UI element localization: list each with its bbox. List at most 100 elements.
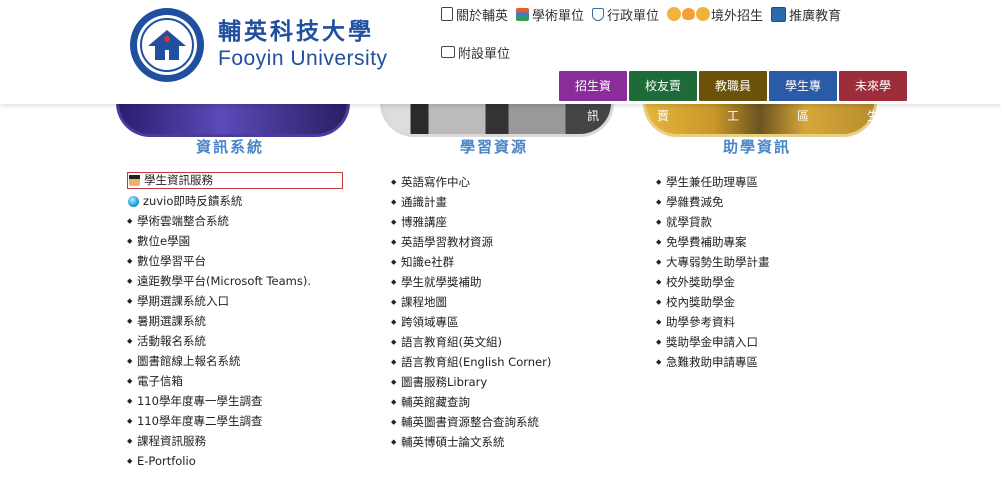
- diamond-bullet-icon: ◆: [127, 237, 133, 245]
- list-item[interactable]: ◆ 學雜費減免: [656, 192, 770, 212]
- diamond-bullet-icon: ◆: [391, 238, 397, 246]
- list-item[interactable]: ◆ 學術雲端整合系統: [127, 211, 343, 231]
- list-item[interactable]: ◆ 學生兼任助理專區: [656, 172, 770, 192]
- face-icon: [696, 7, 711, 21]
- site-header: 輔英科技大學 Fooyin University 關於輔英 學術單位 行政單位 …: [0, 0, 1001, 123]
- list-item[interactable]: ◆ 輔英館藏查詢: [391, 392, 551, 412]
- diamond-bullet-icon: ◆: [391, 358, 397, 366]
- diamond-bullet-icon: ◆: [391, 278, 397, 286]
- list-item[interactable]: ◆ 語言教育組(英文組): [391, 332, 551, 352]
- list-item[interactable]: ◆ 圖書館線上報名系統: [127, 351, 343, 371]
- diamond-bullet-icon: ◆: [391, 398, 397, 406]
- diamond-bullet-icon: ◆: [127, 377, 133, 385]
- staff-button[interactable]: 教職員工: [699, 71, 767, 123]
- list-item[interactable]: ◆ 博雅講座: [391, 212, 551, 232]
- diamond-bullet-icon: ◆: [127, 317, 133, 325]
- list-item[interactable]: ◆ 語言教育組(English Corner): [391, 352, 551, 372]
- diamond-bullet-icon: ◆: [656, 358, 662, 366]
- list-item[interactable]: ◆ 圖書服務Library: [391, 372, 551, 392]
- diamond-bullet-icon: ◆: [127, 217, 133, 225]
- list-item[interactable]: ◆ 跨領域專區: [391, 312, 551, 332]
- diamond-bullet-icon: ◆: [656, 238, 662, 246]
- nav-affiliated-units[interactable]: 附設單位: [441, 43, 510, 62]
- list-item[interactable]: ◆ 課程地圖: [391, 292, 551, 312]
- list-item[interactable]: ◆ 110學年度專二學生調查: [127, 411, 343, 431]
- financial-aid-list: ◆ 學生兼任助理專區 ◆ 學雜費減免 ◆ 就學貸款 ◆ 免學費補助專案 ◆ 大專弱勢生助學…: [656, 172, 770, 372]
- list-item[interactable]: ◆ 英語學習教材資源: [391, 232, 551, 252]
- list-item-zuvio[interactable]: zuvio即時反饋系統: [127, 191, 343, 211]
- list-item[interactable]: ◆ 校外獎助學金: [656, 272, 770, 292]
- student-area-button[interactable]: 學生專區: [769, 71, 837, 123]
- diamond-bullet-icon: ◆: [391, 258, 397, 266]
- logo-english-name: Fooyin University: [218, 47, 388, 70]
- student-icon: [129, 175, 140, 186]
- books-icon: [516, 7, 530, 21]
- admission-info-button[interactable]: 招生資訊: [559, 71, 627, 123]
- list-item[interactable]: ◆ 知識e社群: [391, 252, 551, 272]
- list-item[interactable]: ◆ E-Portfolio: [127, 451, 343, 471]
- future-students-button[interactable]: 未來學生: [839, 71, 907, 123]
- audience-buttons: 招生資訊 校友賣賣 教職員工 學生專區 未來學生: [559, 71, 909, 123]
- list-item[interactable]: ◆ 大專弱勢生助學計畫: [656, 252, 770, 272]
- list-item[interactable]: ◆ 活動報名系統: [127, 331, 343, 351]
- list-item[interactable]: ◆ 數位學習平台: [127, 251, 343, 271]
- diamond-bullet-icon: ◆: [127, 257, 133, 265]
- list-item[interactable]: ◆ 課程資訊服務: [127, 431, 343, 451]
- diamond-bullet-icon: ◆: [656, 218, 662, 226]
- list-item[interactable]: ◆ 就學貸款: [656, 212, 770, 232]
- diamond-bullet-icon: ◆: [656, 298, 662, 306]
- university-logo[interactable]: 輔英科技大學 Fooyin University: [128, 6, 388, 84]
- diamond-bullet-icon: ◆: [656, 178, 662, 186]
- diamond-bullet-icon: ◆: [656, 278, 662, 286]
- list-item[interactable]: ◆ 通識計畫: [391, 192, 551, 212]
- list-item[interactable]: ◆ 學生就學獎補助: [391, 272, 551, 292]
- info-systems-title: 資訊系統: [195, 138, 264, 156]
- nav-admin-units[interactable]: 行政單位: [592, 5, 659, 24]
- list-item[interactable]: ◆ 暑期選課系統: [127, 311, 343, 331]
- diamond-bullet-icon: ◆: [656, 258, 662, 266]
- list-item[interactable]: ◆ 急難救助申請專區: [656, 352, 770, 372]
- list-item[interactable]: ◆ 英語寫作中心: [391, 172, 551, 192]
- diamond-bullet-icon: ◆: [127, 277, 133, 285]
- diamond-bullet-icon: ◆: [391, 218, 397, 226]
- diamond-bullet-icon: ◆: [391, 418, 397, 426]
- learning-resources-list: ◆ 英語寫作中心 ◆ 通識計畫 ◆ 博雅講座 ◆ 英語學習教材資源 ◆ 知識e社群 ◆ 學生…: [391, 172, 551, 452]
- nav-extension-education[interactable]: 推廣教育: [771, 5, 841, 24]
- diamond-bullet-icon: ◆: [656, 338, 662, 346]
- diamond-bullet-icon: ◆: [127, 417, 133, 425]
- list-item[interactable]: ◆ 電子信箱: [127, 371, 343, 391]
- diamond-bullet-icon: ◆: [127, 437, 133, 445]
- list-item[interactable]: ◆ 助學參考資料: [656, 312, 770, 332]
- diamond-bullet-icon: ◆: [127, 297, 133, 305]
- list-item[interactable]: ◆ 獎助學金申請入口: [656, 332, 770, 352]
- top-navigation: 關於輔英 學術單位 行政單位 境外招生 推廣教育 附設單位: [441, 4, 861, 62]
- diamond-bullet-icon: ◆: [127, 357, 133, 365]
- diamond-bullet-icon: ◆: [391, 378, 397, 386]
- list-item[interactable]: ◆ 校內獎助學金: [656, 292, 770, 312]
- list-item[interactable]: ◆ 學期選課系統入口: [127, 291, 343, 311]
- alumni-button[interactable]: 校友賣賣: [629, 71, 697, 123]
- list-item[interactable]: ◆ 遠距教學平台(Microsoft Teams).: [127, 271, 343, 291]
- diamond-bullet-icon: ◆: [391, 338, 397, 346]
- list-item[interactable]: ◆ 輔英博碩士論文系統: [391, 432, 551, 452]
- diamond-bullet-icon: ◆: [391, 178, 397, 186]
- financial-aid-title: 助學資訊: [722, 138, 791, 156]
- nav-overseas-admission[interactable]: 境外招生: [667, 5, 763, 24]
- diamond-bullet-icon: ◆: [656, 318, 662, 326]
- list-item[interactable]: ◆ 免學費補助專案: [656, 232, 770, 252]
- nav-academic-units[interactable]: 學術單位: [516, 5, 584, 24]
- heart-icon: [682, 8, 696, 20]
- diamond-bullet-icon: ◆: [391, 198, 397, 206]
- info-systems-list: 學生資訊服務 zuvio即時反饋系統 ◆ 學術雲端整合系統 ◆ 數位e學園 ◆ 數位學…: [127, 172, 343, 471]
- diamond-bullet-icon: ◆: [656, 198, 662, 206]
- learning-resources-title: 學習資源: [459, 138, 528, 156]
- diamond-bullet-icon: ◆: [127, 337, 133, 345]
- diamond-bullet-icon: ◆: [391, 318, 397, 326]
- globe-icon: [128, 195, 139, 207]
- list-item-student-info[interactable]: 學生資訊服務: [127, 172, 343, 189]
- list-item[interactable]: ◆ 輔英圖書資源整合查詢系統: [391, 412, 551, 432]
- nav-about[interactable]: 關於輔英: [441, 5, 508, 24]
- list-item[interactable]: ◆ 數位e學園: [127, 231, 343, 251]
- diamond-bullet-icon: ◆: [127, 457, 133, 465]
- list-item[interactable]: ◆ 110學年度專一學生調查: [127, 391, 343, 411]
